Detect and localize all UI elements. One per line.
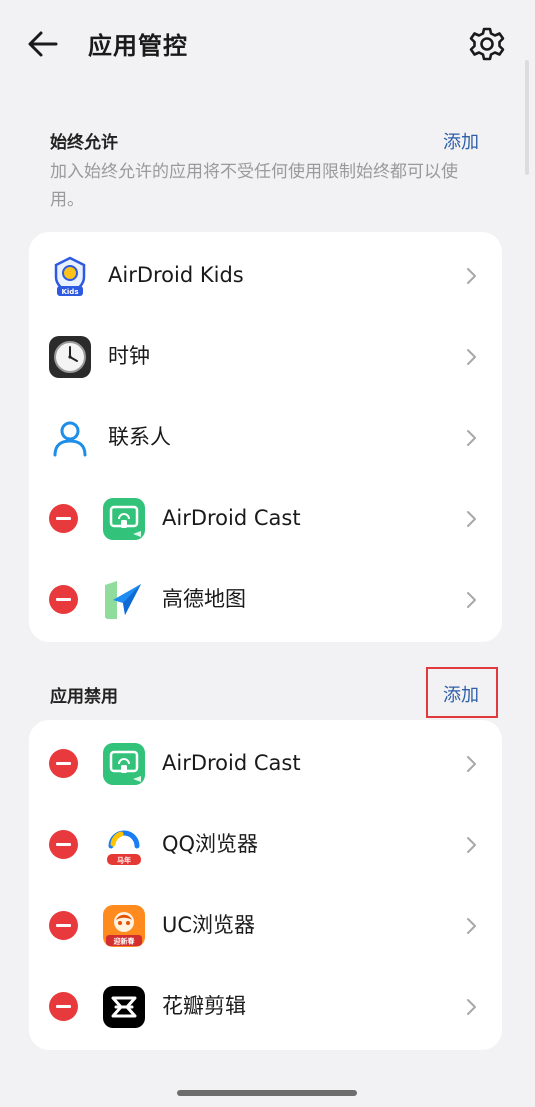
- list-item-label: AirDroid Cast: [162, 506, 301, 530]
- remove-button[interactable]: [49, 585, 78, 614]
- uc-browser-icon-badge: 迎新春: [114, 937, 136, 946]
- chevron-right-icon: [467, 918, 476, 934]
- clock-icon: [49, 336, 91, 378]
- uc-browser-icon: 迎新春: [103, 905, 145, 947]
- qq-browser-icon: 马年: [103, 824, 145, 866]
- chevron-right-icon: [467, 999, 476, 1015]
- home-indicator[interactable]: [177, 1090, 357, 1096]
- remove-button[interactable]: [49, 911, 78, 940]
- list-item-airdroid-kids[interactable]: Kids AirDroid Kids: [29, 235, 502, 316]
- chevron-right-icon: [467, 592, 476, 608]
- chevron-right-icon: [467, 756, 476, 772]
- always-allow-add-button[interactable]: 添加: [443, 128, 479, 154]
- always-allow-description: 加入始终允许的应用将不受任何使用限制始终都可以使用。: [50, 162, 458, 210]
- airdroid-cast-icon: [103, 498, 145, 540]
- always-allow-title: 始终允许: [50, 133, 118, 153]
- chevron-right-icon: [467, 349, 476, 365]
- list-item-clock[interactable]: 时钟: [29, 316, 502, 397]
- list-item-qq-browser[interactable]: 马年 QQ浏览器: [29, 804, 502, 885]
- remove-button[interactable]: [49, 749, 78, 778]
- list-item-label: UC浏览器: [162, 913, 256, 937]
- gear-icon[interactable]: [468, 25, 506, 63]
- top-app-bar: 应用管控: [0, 0, 535, 90]
- highlight-box: [426, 667, 498, 718]
- list-item-label: QQ浏览器: [162, 832, 259, 856]
- list-item-uc-browser[interactable]: 迎新春 UC浏览器: [29, 885, 502, 966]
- chevron-right-icon: [467, 837, 476, 853]
- list-item-label: 花瓣剪辑: [162, 994, 246, 1018]
- blocked-title: 应用禁用: [50, 687, 118, 707]
- list-item-label: 高德地图: [162, 587, 246, 611]
- list-item-airdroid-cast[interactable]: AirDroid Cast: [29, 723, 502, 804]
- page-title: 应用管控: [88, 32, 188, 60]
- back-arrow-icon[interactable]: [26, 27, 60, 61]
- list-item-label: AirDroid Kids: [108, 263, 244, 287]
- chevron-right-icon: [467, 430, 476, 446]
- list-item-airdroid-cast[interactable]: AirDroid Cast: [29, 478, 502, 559]
- list-item-amap[interactable]: 高德地图: [29, 559, 502, 640]
- contacts-icon: [49, 417, 91, 459]
- list-item-label: AirDroid Cast: [162, 751, 301, 775]
- airdroid-kids-icon-badge: Kids: [61, 288, 78, 296]
- airdroid-cast-icon: [103, 743, 145, 785]
- list-item-petal-clip[interactable]: 花瓣剪辑: [29, 966, 502, 1047]
- list-item-label: 时钟: [108, 344, 150, 368]
- blocked-list: AirDroid Cast 马年 QQ浏览器 迎新春 UC浏览器 花瓣剪辑: [29, 720, 502, 1050]
- remove-button[interactable]: [49, 992, 78, 1021]
- scrollbar[interactable]: [525, 60, 529, 175]
- list-item-contacts[interactable]: 联系人: [29, 397, 502, 478]
- qq-browser-icon-badge: 马年: [117, 856, 131, 865]
- remove-button[interactable]: [49, 830, 78, 859]
- amap-icon: [103, 579, 145, 621]
- chevron-right-icon: [467, 511, 476, 527]
- list-item-label: 联系人: [108, 425, 171, 449]
- always-allow-list: Kids AirDroid Kids 时钟 联系人 AirDroid Cast …: [29, 232, 502, 642]
- remove-button[interactable]: [49, 504, 78, 533]
- airdroid-kids-icon: Kids: [49, 255, 91, 297]
- petal-clip-icon: [103, 986, 145, 1028]
- chevron-right-icon: [467, 268, 476, 284]
